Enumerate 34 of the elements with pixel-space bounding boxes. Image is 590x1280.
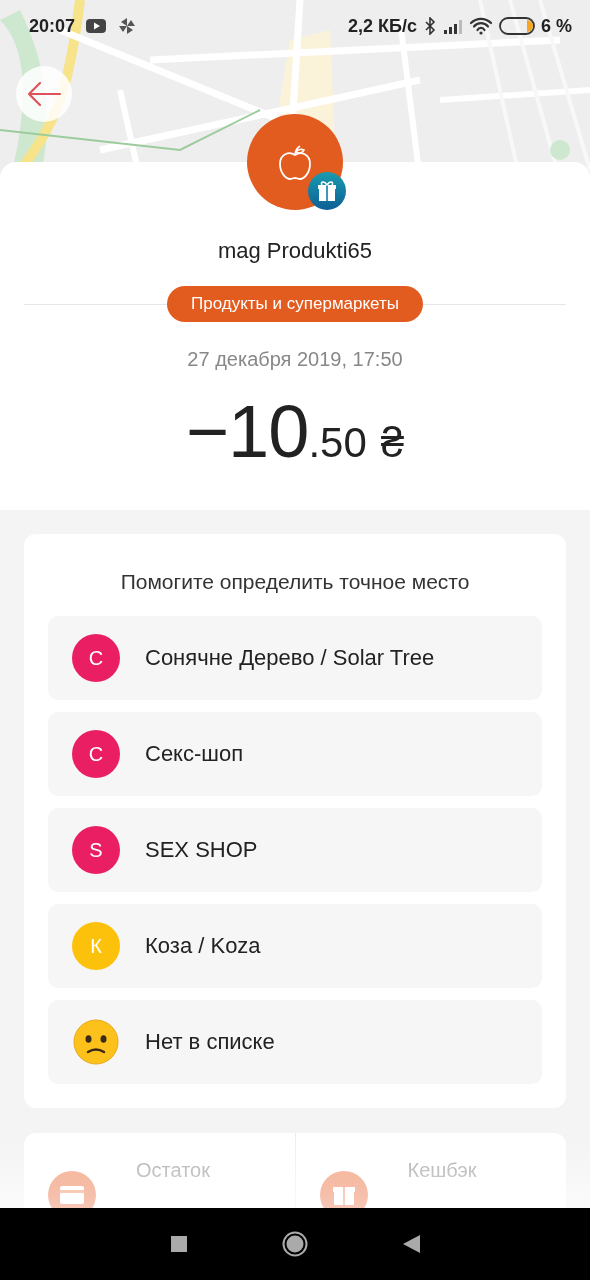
summary-label: Остаток — [136, 1159, 210, 1182]
letter-avatar: К — [72, 922, 120, 970]
letter-avatar: С — [72, 634, 120, 682]
home-icon[interactable] — [281, 1231, 308, 1257]
letter-avatar: S — [72, 826, 120, 874]
amount-fraction: .50 — [308, 419, 367, 467]
summary-label: Кешбэк — [407, 1159, 477, 1182]
place-question: Помогите определить точное место — [119, 570, 471, 594]
battery-icon — [498, 17, 535, 35]
place-option[interactable]: С Сонячне Дерево / Solar Tree — [48, 616, 542, 700]
place-option[interactable]: Нет в списке — [48, 1000, 542, 1084]
network-speed: 2,2 КБ/с — [348, 15, 417, 37]
category-tag: Продукты и супермаркеты — [167, 286, 423, 322]
video-app-icon — [85, 16, 108, 36]
clock-time: 20:07 — [29, 15, 76, 37]
signal-icon — [442, 17, 463, 35]
bluetooth-icon — [422, 17, 437, 35]
apple-icon — [277, 143, 313, 181]
back-icon[interactable] — [401, 1234, 421, 1254]
wifi-icon — [468, 16, 493, 36]
place-option[interactable]: S SEX SHOP — [48, 808, 542, 892]
pinwheel-icon — [117, 16, 138, 36]
back-arrow-icon — [26, 80, 62, 108]
recent-apps-icon[interactable] — [169, 1235, 188, 1253]
merchant-name: mag Produkti65 — [217, 238, 373, 264]
battery-level: 6 % — [540, 15, 572, 37]
confused-face-icon — [72, 1018, 120, 1066]
amount-integer: −10 — [185, 389, 309, 474]
letter-avatar: С — [72, 730, 120, 778]
place-option[interactable]: С Секс-шоп — [48, 712, 542, 796]
place-option[interactable]: К Коза / Koza — [48, 904, 542, 988]
transaction-date: 27 декабря 2019, 17:50 — [187, 348, 403, 371]
gift-icon — [308, 172, 346, 210]
currency-sign: ₴ — [380, 419, 405, 467]
